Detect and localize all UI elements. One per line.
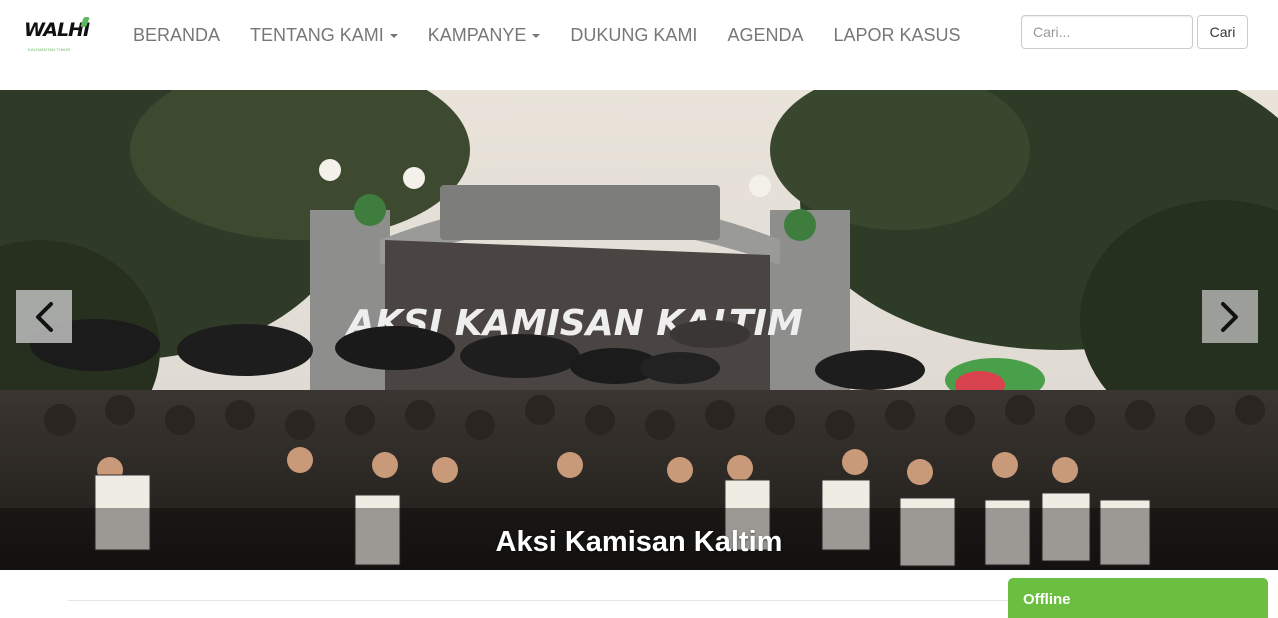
carousel-prev-button[interactable] <box>16 290 72 343</box>
nav-item-label: LAPOR KASUS <box>833 24 961 45</box>
nav-item-tentang-kami[interactable]: TENTANG KAMI <box>235 25 413 46</box>
search-button[interactable]: Cari <box>1197 15 1248 49</box>
carousel-next-button[interactable] <box>1202 290 1258 343</box>
carousel-caption: Aksi Kamisan Kaltim <box>495 526 783 558</box>
nav-item-label: BERANDA <box>133 24 221 45</box>
nav-item-beranda[interactable]: BERANDA <box>118 25 235 46</box>
nav-item-kampanye[interactable]: KAMPANYE <box>413 25 556 46</box>
caret-down-icon <box>532 34 541 38</box>
main-nav: BERANDA TENTANG KAMI KAMPANYE DUKUNG KAM… <box>118 0 976 70</box>
logo-subtitle: KALIMANTAN TIMUR <box>28 47 71 52</box>
nav-item-label: AGENDA <box>727 24 804 45</box>
nav-item-agenda[interactable]: AGENDA <box>712 25 818 46</box>
navbar: WALHI KALIMANTAN TIMUR BERANDA TENTANG K… <box>0 0 1278 90</box>
nav-item-label: KAMPANYE <box>427 24 527 45</box>
hero-carousel: AKSI KAMISAN KALTIM Aksi Kamisan Kaltim <box>0 90 1278 570</box>
caret-down-icon <box>389 34 398 38</box>
chevron-left-icon <box>36 301 53 332</box>
chevron-right-icon <box>1221 301 1238 332</box>
chat-status-label: Offline <box>1023 591 1071 608</box>
nav-item-dukung-kami[interactable]: DUKUNG KAMI <box>555 25 712 46</box>
chat-offline-tab[interactable]: Offline <box>1008 578 1268 618</box>
logo-text: WALHI <box>24 19 90 41</box>
nav-item-lapor-kasus[interactable]: LAPOR KASUS <box>818 25 975 46</box>
search-input[interactable] <box>1021 15 1193 49</box>
nav-item-label: TENTANG KAMI <box>250 24 384 45</box>
nav-item-label: DUKUNG KAMI <box>570 24 698 45</box>
site-logo[interactable]: WALHI KALIMANTAN TIMUR <box>24 17 90 59</box>
protest-photo: AKSI KAMISAN KALTIM <box>0 90 1278 570</box>
